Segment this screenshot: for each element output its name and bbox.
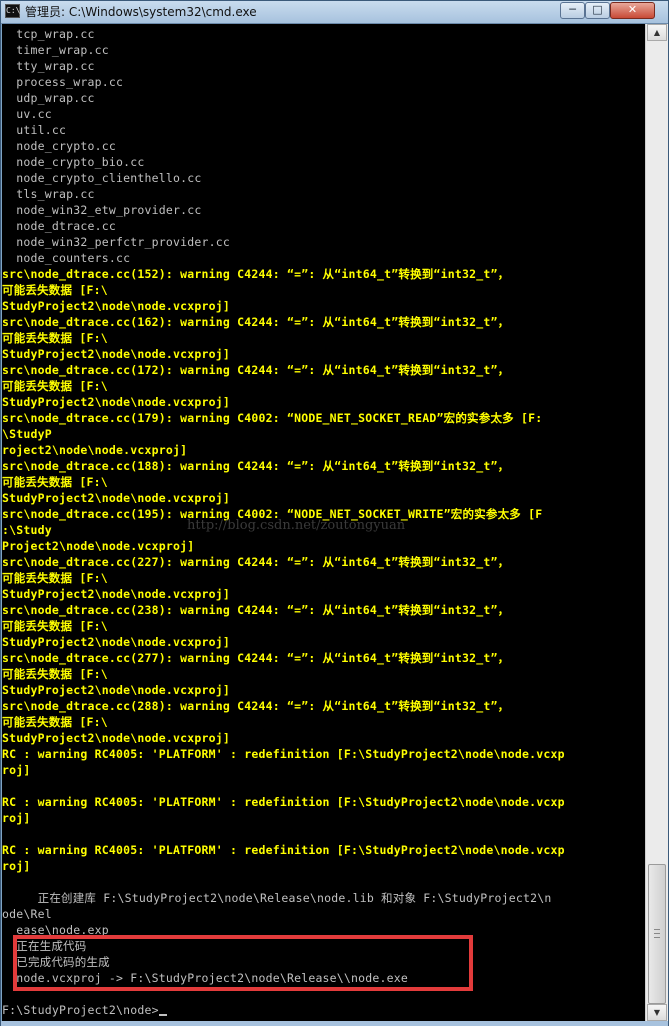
console-line: RC : warning RC4005: 'PLATFORM' : redefi…: [2, 795, 565, 809]
console-line: roj]: [2, 811, 31, 825]
console-line: StudyProject2\node\node.vcxproj]: [2, 299, 230, 313]
console-line: StudyProject2\node\node.vcxproj]: [2, 731, 230, 745]
grip-line: [654, 937, 660, 938]
console-line: node_counters.cc: [2, 251, 131, 265]
text-cursor: [158, 1014, 167, 1016]
console-line: roj]: [2, 859, 31, 873]
console-line: src\node_dtrace.cc(172): warning C4244: …: [2, 363, 510, 377]
console-line: src\node_dtrace.cc(188): warning C4244: …: [2, 459, 510, 473]
console-line: 可能丢失数据 [F:\: [2, 715, 108, 729]
console-line: 可能丢失数据 [F:\: [2, 667, 108, 681]
console-line: F:\StudyProject2\node>: [2, 1002, 167, 1018]
console-line: src\node_dtrace.cc(152): warning C4244: …: [2, 267, 510, 281]
console-line: StudyProject2\node\node.vcxproj]: [2, 635, 230, 649]
scroll-down-arrow-icon[interactable]: ▼: [647, 1004, 667, 1021]
console-line: ode\Rel: [2, 907, 52, 921]
minimize-button[interactable]: ─: [560, 2, 585, 19]
console-line: src\node_dtrace.cc(227): warning C4244: …: [2, 555, 510, 569]
cmd-app-icon[interactable]: C:\: [5, 4, 20, 18]
console-output[interactable]: tcp_wrap.cc timer_wrap.cc tty_wrap.cc pr…: [2, 24, 645, 1021]
console-line: node_crypto.cc: [2, 139, 116, 153]
console-line: uv.cc: [2, 107, 52, 121]
console-line: StudyProject2\node\node.vcxproj]: [2, 491, 230, 505]
console-line: StudyProject2\node\node.vcxproj]: [2, 683, 230, 697]
console-line: StudyProject2\node\node.vcxproj]: [2, 587, 230, 601]
console-line: node_win32_perfctr_provider.cc: [2, 235, 230, 249]
console-line: \StudyP: [2, 427, 52, 441]
console-line: RC : warning RC4005: 'PLATFORM' : redefi…: [2, 747, 565, 761]
console-line: 可能丢失数据 [F:\: [2, 475, 108, 489]
console-line: 可能丢失数据 [F:\: [2, 283, 108, 297]
console-line: 可能丢失数据 [F:\: [2, 331, 108, 345]
vertical-scrollbar[interactable]: ▲ ▼: [645, 24, 668, 1021]
console-line: node_crypto_clienthello.cc: [2, 171, 202, 185]
console-line: udp_wrap.cc: [2, 91, 95, 105]
close-button[interactable]: ✕: [610, 2, 655, 19]
console-line: src\node_dtrace.cc(179): warning C4002: …: [2, 411, 543, 425]
console-line: roject2\node\node.vcxproj]: [2, 443, 188, 457]
console-line: 正在创建库 F:\StudyProject2\node\Release\node…: [2, 891, 552, 905]
watermark: http://blog.csdn.net/zoutongyuan: [187, 518, 406, 533]
title-bar[interactable]: C:\ 管理员: C:\Windows\system32\cmd.exe ─ □…: [1, 1, 668, 24]
console-line: src\node_dtrace.cc(162): warning C4244: …: [2, 315, 510, 329]
console-line: roj]: [2, 763, 31, 777]
console-line: process_wrap.cc: [2, 75, 124, 89]
cmd-window: C:\ 管理员: C:\Windows\system32\cmd.exe ─ □…: [0, 0, 669, 1026]
window-bottom-border: [1, 1021, 668, 1026]
console-line: :\Study: [2, 523, 52, 537]
console-line: tcp_wrap.cc: [2, 27, 95, 41]
console-line: StudyProject2\node\node.vcxproj]: [2, 395, 230, 409]
console-line: 可能丢失数据 [F:\: [2, 571, 108, 585]
console-line: node_dtrace.cc: [2, 219, 116, 233]
console-line: tls_wrap.cc: [2, 187, 95, 201]
scroll-up-arrow-icon[interactable]: ▲: [647, 24, 667, 41]
console-line: node_crypto_bio.cc: [2, 155, 145, 169]
console-line: node_win32_etw_provider.cc: [2, 203, 202, 217]
console-line: Project2\node\node.vcxproj]: [2, 539, 195, 553]
window-title: 管理员: C:\Windows\system32\cmd.exe: [25, 5, 257, 19]
maximize-button[interactable]: □: [585, 2, 610, 19]
console-line: src\node_dtrace.cc(288): warning C4244: …: [2, 699, 510, 713]
scrollbar-thumb[interactable]: [648, 864, 666, 1004]
console-line: util.cc: [2, 123, 67, 137]
console-line: tty_wrap.cc: [2, 59, 95, 73]
console-line: 可能丢失数据 [F:\: [2, 619, 108, 633]
grip-line: [654, 929, 660, 930]
console-line: 可能丢失数据 [F:\: [2, 379, 108, 393]
console-line: StudyProject2\node\node.vcxproj]: [2, 347, 230, 361]
console-line: src\node_dtrace.cc(238): warning C4244: …: [2, 603, 510, 617]
console-line: src\node_dtrace.cc(277): warning C4244: …: [2, 651, 510, 665]
console-line: RC : warning RC4005: 'PLATFORM' : redefi…: [2, 843, 565, 857]
console-line: timer_wrap.cc: [2, 43, 109, 57]
grip-line: [654, 933, 660, 934]
highlight-box: [13, 935, 473, 991]
